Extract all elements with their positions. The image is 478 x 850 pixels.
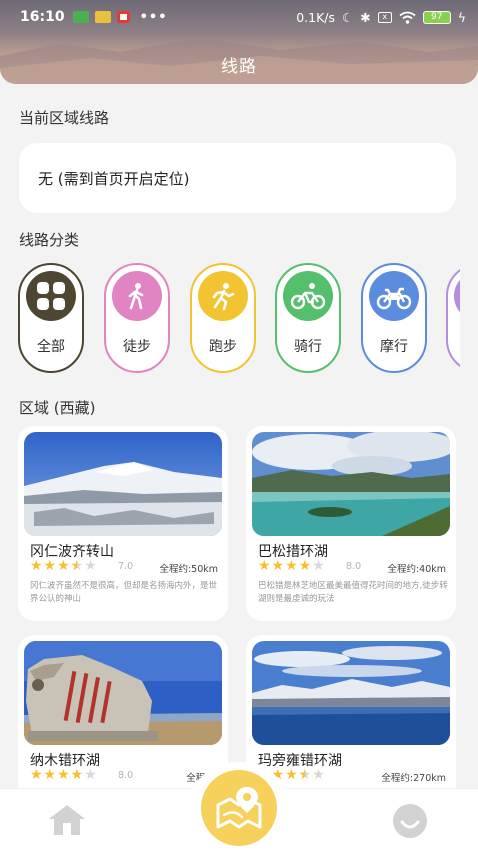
category-hiking[interactable]: 徒步	[104, 263, 170, 373]
wifi-icon	[399, 11, 416, 24]
motorcycle-icon	[369, 271, 419, 321]
app-icon-green	[72, 11, 89, 23]
star-rating: ★★★★★	[258, 558, 326, 574]
lake-island-photo	[252, 432, 450, 536]
category-cycling[interactable]: 骑行	[275, 263, 341, 373]
charging-icon: ϟ	[457, 9, 466, 25]
region-label: 区域 (西藏)	[19, 399, 96, 417]
page-title: 线路	[221, 57, 257, 77]
home-icon[interactable]	[47, 803, 87, 837]
category-label: 骑行	[294, 339, 322, 355]
route-distance: 全程约:40km	[387, 564, 446, 575]
grid-icon	[26, 271, 76, 321]
star-rating: ★★★★★★	[30, 558, 98, 574]
rating-value: 7.0	[118, 561, 134, 572]
running-icon	[198, 271, 248, 321]
network-speed: 0.1K/s	[296, 9, 336, 25]
route-card[interactable]: 巴松措环湖 ★★★★★ 8.0 全程约:40km 巴松错是林芝地区最美最值得花时…	[246, 426, 456, 621]
route-distance: 全程约:270km	[381, 773, 446, 784]
profile-icon[interactable]	[393, 804, 427, 838]
bicycle-icon	[283, 271, 333, 321]
category-all[interactable]: 全部	[18, 263, 84, 373]
category-label: 摩行	[380, 339, 408, 355]
category-list: 全部 徒步 跑步 骑行 摩行	[18, 263, 460, 375]
more-icon: •••	[139, 9, 168, 25]
route-card[interactable]: 冈仁波齐转山 ★★★★★★ 7.0 全程约:50km 冈仁波齐虽然不是很高，但却…	[18, 426, 228, 621]
category-running[interactable]: 跑步	[190, 263, 256, 373]
route-description: 巴松错是林芝地区最美最值得花时间的地方,徒步转湖则是最虔诚的玩法	[258, 581, 448, 604]
app-icon-yellow	[94, 11, 111, 23]
moon-icon: ☾	[342, 9, 354, 25]
category-motorcycle[interactable]: 摩行	[361, 263, 427, 373]
sacred-lake-photo	[252, 641, 450, 745]
route-description: 冈仁波齐虽然不是很高，但却是名扬海内外，是世界公认的神山	[30, 581, 218, 604]
map-route-icon[interactable]	[201, 770, 277, 846]
status-bar: 16:10 ••• 0.1K/s ☾ ✱ x 97 ϟ	[0, 0, 478, 34]
category-label: 全部	[37, 339, 65, 355]
category-label: 徒步	[123, 339, 151, 355]
location-message: 无 (需到首页开启定位)	[38, 169, 190, 188]
route-distance: 全程约:50km	[159, 564, 218, 575]
walking-icon	[112, 271, 162, 321]
categories-label: 线路分类	[19, 231, 80, 249]
app-icon-red	[116, 11, 130, 23]
status-time: 16:10	[20, 9, 65, 25]
rating-value: 8.0	[346, 561, 362, 572]
snow-mountain-photo	[24, 432, 222, 536]
stone-monument-photo	[24, 641, 222, 745]
star-rating: ★★★★★	[30, 767, 98, 783]
current-area-label: 当前区域线路	[19, 109, 110, 127]
category-label: 跑步	[209, 339, 237, 355]
bluetooth-icon: ✱	[360, 9, 371, 25]
battery-icon: 97	[422, 10, 451, 24]
rating-value: 8.0	[118, 770, 134, 781]
category-more[interactable]	[446, 263, 460, 373]
header: 16:10 ••• 0.1K/s ☾ ✱ x 97 ϟ 线路	[0, 0, 478, 84]
more-category-icon	[454, 271, 460, 321]
current-area-card[interactable]: 无 (需到首页开启定位)	[19, 143, 456, 213]
sim-icon: x	[377, 11, 392, 23]
